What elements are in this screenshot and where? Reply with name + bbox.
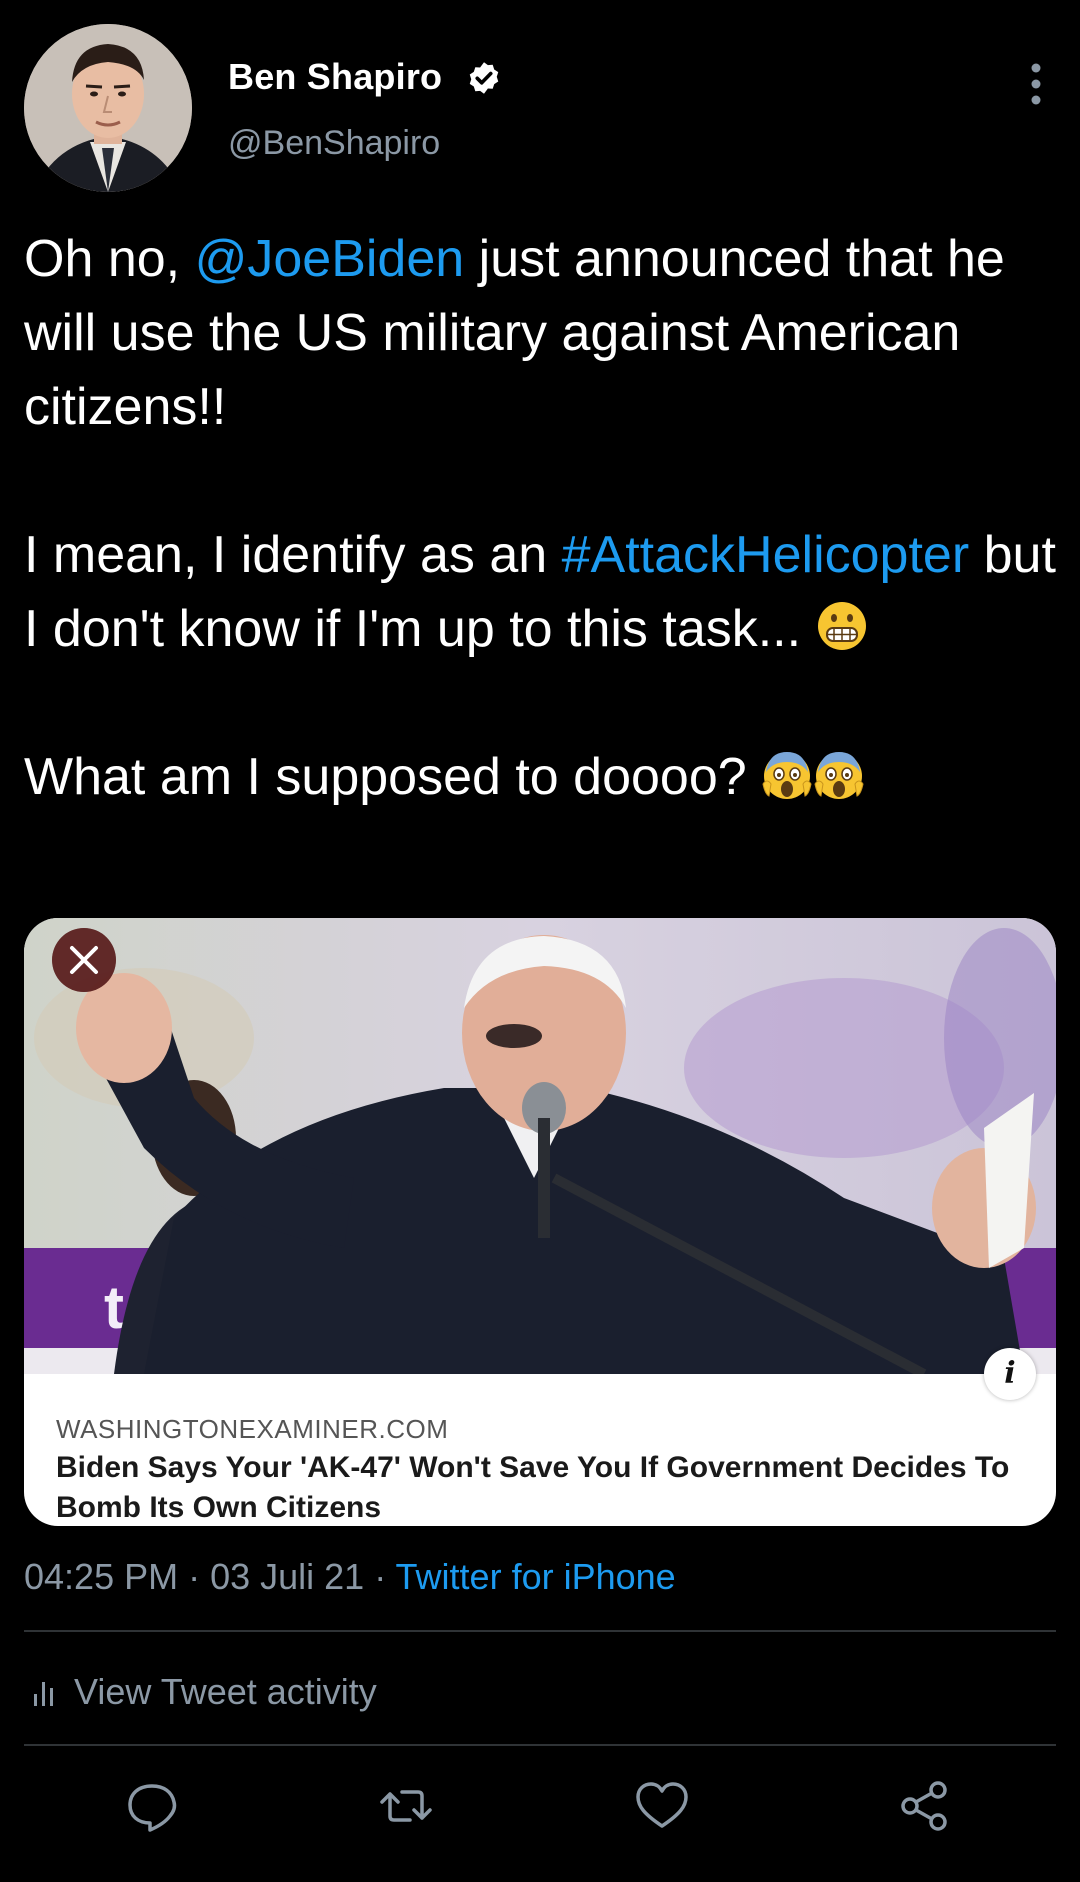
divider [24,1744,1056,1746]
tweet-text: Oh no, @JoeBiden just announced that he … [24,222,1056,814]
hashtag-link[interactable]: #AttackHelicopter [562,526,970,584]
tweet-text-segment: I mean, I identify as an [24,526,562,584]
tweet-source-link[interactable]: Twitter for iPhone [396,1556,676,1597]
tweet-text-segment: Oh no, [24,230,195,288]
reply-icon[interactable] [124,1778,180,1834]
info-icon[interactable]: i [984,1348,1036,1400]
mention-link[interactable]: @JoeBiden [195,230,465,288]
more-options-icon[interactable] [1016,54,1056,114]
card-domain: WASHINGTONEXAMINER.COM [56,1414,449,1444]
tweet-date: 03 Juli 21 [210,1556,365,1597]
tweet-header: Ben Shapiro @BenShapiro [24,24,1056,194]
card-image[interactable]: text [24,918,1056,1374]
grimacing-face-icon [817,602,866,650]
avatar-image [24,24,192,192]
link-card[interactable]: text i WASHINGTONEXAMINER.C [24,918,1056,1526]
divider [24,1630,1056,1632]
retweet-icon[interactable] [378,1778,434,1834]
user-handle[interactable]: @BenShapiro [228,124,440,163]
tweet-time: 04:25 PM [24,1556,179,1597]
avatar[interactable] [24,24,192,192]
card-title[interactable]: Biden Says Your 'AK-47' Won't Save You I… [56,1448,1026,1526]
card-photo: text [24,918,1056,1374]
bar-chart-icon [34,1682,53,1706]
verified-badge-icon [469,62,499,94]
screaming-face-icon [814,752,864,799]
tweet-paragraph-2: I mean, I identify as an #AttackHelicopt… [24,518,1056,666]
tweet-actions [24,1770,1056,1840]
view-tweet-activity-label: View Tweet activity [74,1671,377,1712]
display-name[interactable]: Ben Shapiro [228,56,442,98]
tweet-paragraph-1: Oh no, @JoeBiden just announced that he … [24,222,1056,444]
like-icon[interactable] [634,1778,690,1834]
tweet-text-segment: What am I supposed to doooo? [24,748,762,806]
tweet-paragraph-3: What am I supposed to doooo? [24,740,1056,814]
close-icon[interactable] [52,928,116,992]
view-tweet-activity[interactable]: View Tweet activity [30,1662,377,1722]
screaming-face-icon [762,752,812,799]
meta-separator: · [178,1556,211,1597]
share-icon[interactable] [896,1778,952,1834]
tweet-meta: 04:25 PM · 03 Juli 21 · Twitter for iPho… [24,1556,676,1598]
meta-separator: · [364,1556,396,1597]
